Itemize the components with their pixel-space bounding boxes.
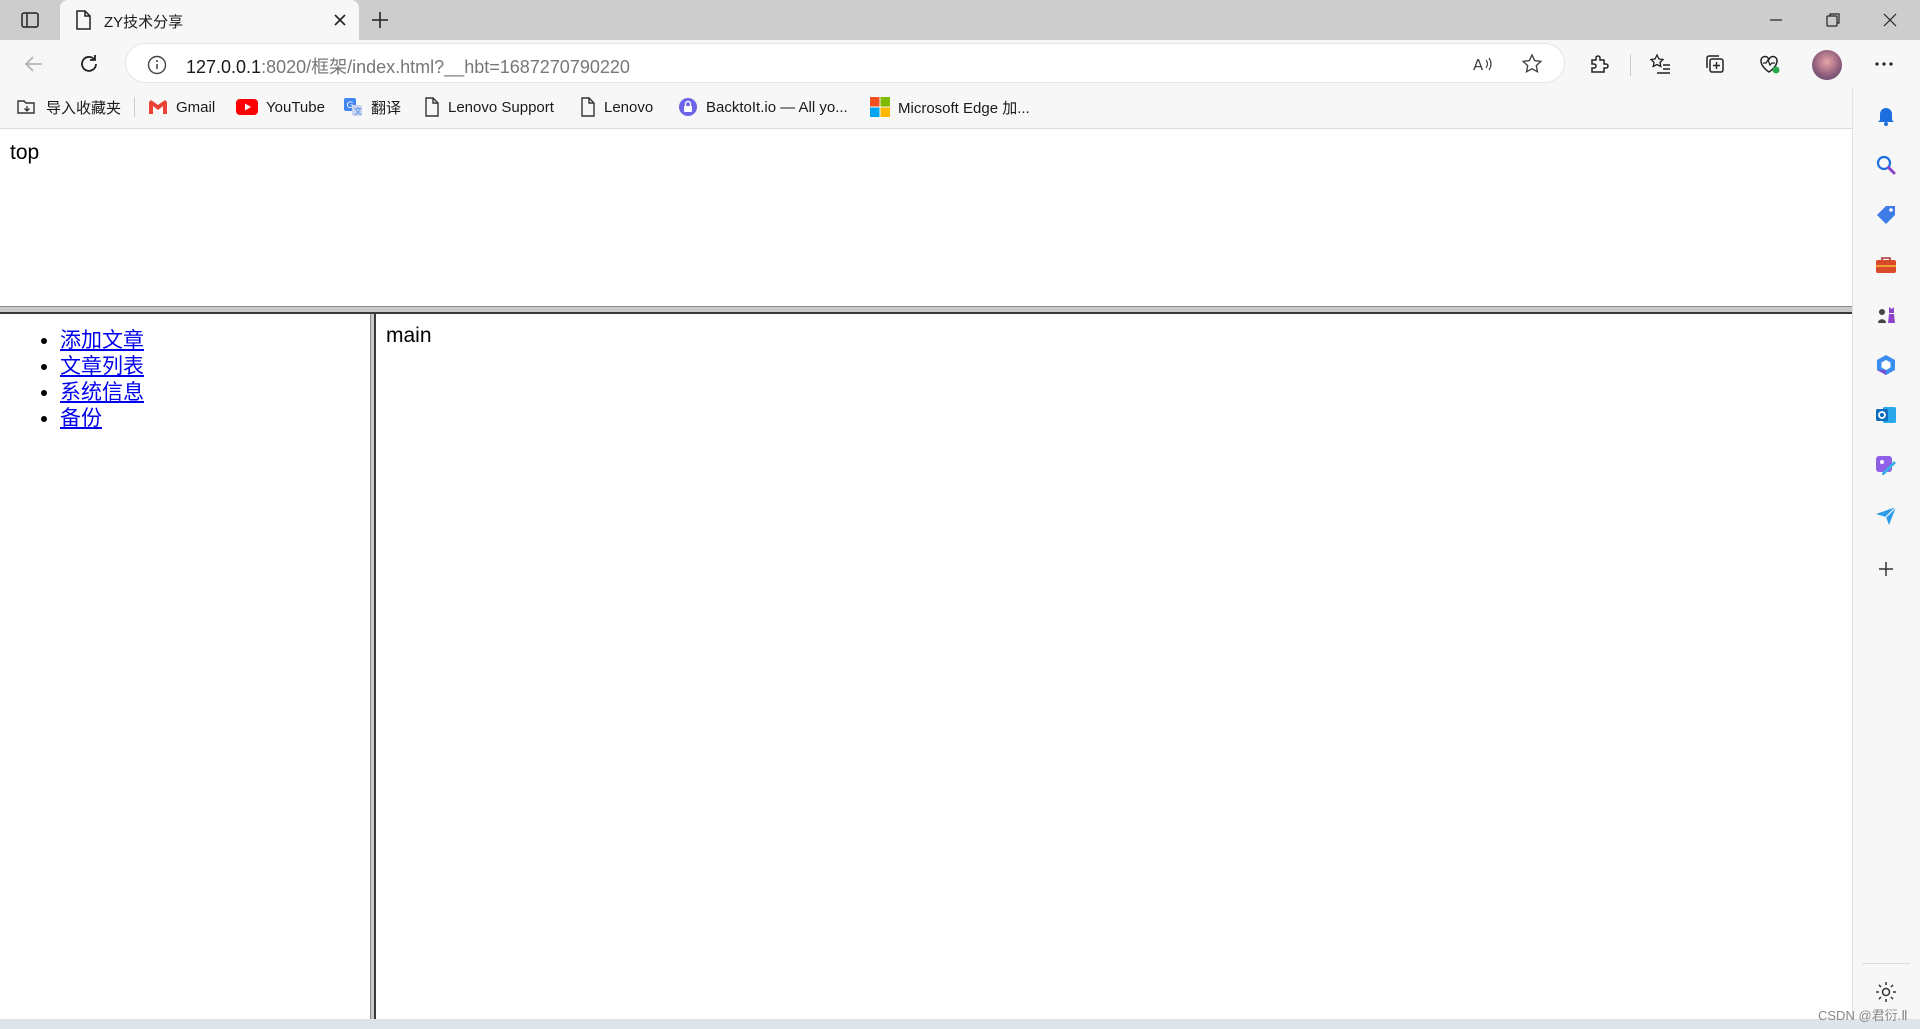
favorite-label: Gmail: [176, 98, 216, 116]
outlook-icon[interactable]: [1874, 403, 1898, 427]
favorite-label: Lenovo: [604, 98, 654, 116]
close-window-icon[interactable]: [1880, 10, 1900, 30]
designer-icon[interactable]: [1874, 453, 1898, 477]
collections-icon[interactable]: [1703, 52, 1727, 76]
favorite-label: BacktoIt.io — All yo...: [706, 98, 848, 116]
url-path: :8020/框架/index.html?__hbt=1687270790220: [261, 57, 630, 77]
shopping-tag-icon[interactable]: [1874, 203, 1898, 227]
main-frame: [376, 314, 1852, 1019]
favorite-backtoit[interactable]: BacktoIt.io — All yo...: [678, 92, 848, 122]
list-item: 添加文章: [60, 328, 144, 354]
info-icon[interactable]: [146, 54, 168, 76]
favorite-label: YouTube: [266, 98, 325, 116]
top-frame-text: top: [10, 141, 40, 164]
horizontal-frame-border[interactable]: [0, 306, 1852, 314]
sidebar-divider: [1862, 963, 1910, 964]
search-icon[interactable]: [1874, 153, 1898, 177]
url-host: 127.0.0.1: [186, 57, 262, 77]
page-icon: [581, 97, 595, 117]
sidebar-settings-gear-icon[interactable]: [1874, 980, 1898, 1004]
svg-text:文: 文: [354, 106, 362, 116]
list-item: 系统信息: [60, 380, 144, 406]
tab-title: ZY技术分享: [104, 14, 184, 31]
microsoft-365-icon[interactable]: [1874, 353, 1898, 377]
microsoft-icon: [870, 97, 890, 117]
back-icon[interactable]: [22, 52, 46, 76]
profile-avatar[interactable]: [1812, 50, 1842, 80]
youtube-icon: [236, 99, 258, 115]
top-frame: [0, 129, 1852, 306]
watermark: CSDN @君衍.Ⅱ: [1818, 1008, 1908, 1023]
read-aloud-icon[interactable]: A: [1471, 52, 1495, 76]
favorite-gmail[interactable]: Gmail: [148, 92, 215, 122]
favorite-import[interactable]: 导入收藏夹: [16, 92, 121, 122]
browser-essentials-icon[interactable]: [1757, 52, 1781, 76]
bottom-strip: [0, 1019, 1920, 1029]
refresh-icon[interactable]: [77, 52, 101, 76]
games-chess-icon[interactable]: [1874, 303, 1898, 327]
import-favorites-icon: [17, 100, 35, 114]
page-icon: [74, 10, 92, 30]
page-icon: [425, 97, 439, 117]
favorites-divider: [134, 97, 135, 117]
favorite-label: Lenovo Support: [448, 98, 554, 116]
main-frame-text: main: [386, 324, 432, 347]
new-tab-icon[interactable]: [370, 10, 390, 30]
translate-icon: G文: [344, 98, 362, 116]
close-tab-icon[interactable]: [330, 10, 350, 30]
minimize-icon[interactable]: [1766, 10, 1786, 30]
favorite-lenovo[interactable]: Lenovo: [580, 92, 653, 122]
favorite-star-icon[interactable]: [1520, 52, 1544, 76]
favorite-lenovo-support[interactable]: Lenovo Support: [424, 92, 554, 122]
nav-list: 添加文章 文章列表 系统信息 备份: [20, 328, 144, 432]
favorite-translate[interactable]: G文 翻译: [343, 92, 401, 122]
backtoit-icon: [679, 98, 697, 116]
add-sidebar-app-icon[interactable]: [1874, 557, 1898, 581]
send-plane-icon[interactable]: [1874, 503, 1898, 527]
toolbar-divider: [1630, 54, 1631, 76]
edge-sidebar: [1852, 88, 1920, 1019]
url-text[interactable]: 127.0.0.1:8020/框架/index.html?__hbt=16872…: [186, 53, 630, 79]
tools-briefcase-icon[interactable]: [1874, 253, 1898, 277]
favorite-label: Microsoft Edge 加...: [898, 99, 1030, 117]
favorites-list-icon[interactable]: [1648, 52, 1672, 76]
left-frame: 添加文章 文章列表 系统信息 备份: [0, 314, 370, 1019]
favorite-microsoft-edge[interactable]: Microsoft Edge 加...: [870, 92, 1030, 122]
nav-link-add-article[interactable]: 添加文章: [60, 329, 144, 352]
gmail-icon: [149, 100, 167, 114]
notifications-bell-icon[interactable]: [1874, 103, 1898, 127]
nav-link-backup[interactable]: 备份: [60, 407, 102, 430]
list-item: 文章列表: [60, 354, 144, 380]
more-options-icon[interactable]: [1872, 52, 1896, 76]
favorite-youtube[interactable]: YouTube: [236, 92, 325, 122]
list-item: 备份: [60, 406, 144, 432]
extensions-icon[interactable]: [1587, 52, 1611, 76]
favorite-label: 导入收藏夹: [46, 99, 122, 117]
restore-icon[interactable]: [1823, 10, 1843, 30]
nav-link-article-list[interactable]: 文章列表: [60, 355, 144, 378]
svg-text:A: A: [1473, 56, 1484, 74]
favorite-label: 翻译: [371, 99, 402, 117]
nav-link-system-info[interactable]: 系统信息: [60, 381, 144, 404]
tab-actions-icon[interactable]: [20, 10, 40, 30]
